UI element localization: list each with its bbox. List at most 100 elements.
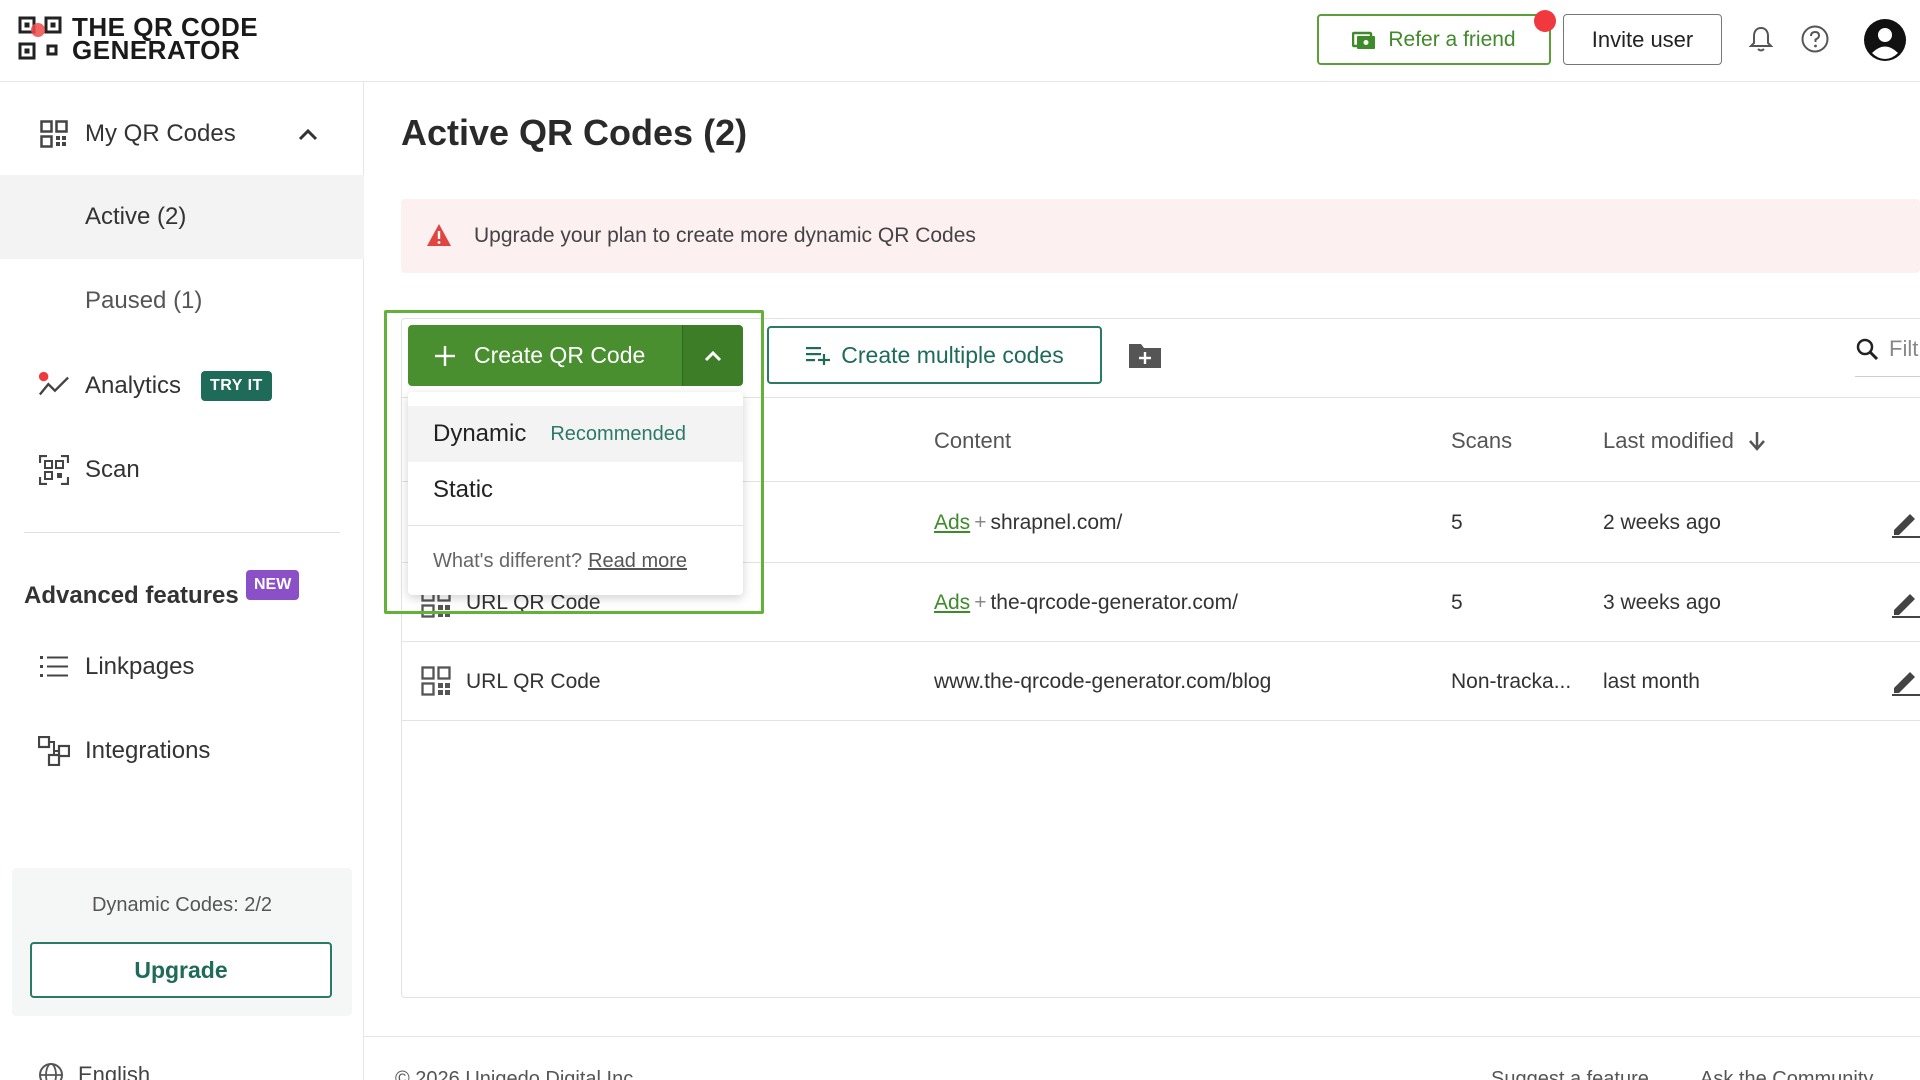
ads-link[interactable]: Ads xyxy=(934,591,970,614)
list-icon xyxy=(38,651,70,683)
scan-qr-icon xyxy=(38,454,70,486)
table-row-modified: last month xyxy=(1603,670,1700,693)
upgrade-alert-banner: Upgrade your plan to create more dynamic… xyxy=(401,199,1920,273)
create-type-dropdown: Dynamic Recommended Static What's differ… xyxy=(408,392,743,595)
suggest-feature-link[interactable]: Suggest a feature xyxy=(1491,1068,1649,1080)
edit-pencil-icon[interactable] xyxy=(1890,588,1920,618)
plan-usage-card: Dynamic Codes: 2/2 Upgrade xyxy=(12,868,352,1016)
ask-community-link[interactable]: Ask the Community xyxy=(1700,1068,1873,1080)
table-row-content: Ads + shrapnel.com/ xyxy=(934,511,1122,535)
dropdown-divider xyxy=(408,525,743,526)
column-header-last-modified[interactable]: Last modified xyxy=(1603,428,1766,454)
edit-pencil-icon[interactable] xyxy=(1890,666,1920,696)
sidebar-item-label: Analytics xyxy=(85,372,182,399)
sidebar-item-scan[interactable]: Scan xyxy=(0,428,364,512)
sidebar-item-active[interactable]: Active (2) xyxy=(0,175,364,259)
new-folder-icon[interactable] xyxy=(1128,340,1162,370)
sidebar-item-my-qr-codes[interactable]: My QR Codes xyxy=(0,92,364,176)
sidebar-item-paused[interactable]: Paused (1) xyxy=(0,259,364,343)
notification-dot xyxy=(1534,10,1556,32)
sidebar-item-integrations[interactable]: Integrations xyxy=(0,709,364,793)
upgrade-button[interactable]: Upgrade xyxy=(30,942,332,998)
top-header: THE QR CODE GENERATOR Refer a friend Inv… xyxy=(0,0,1920,82)
refer-friend-label: Refer a friend xyxy=(1388,27,1516,51)
table-row-modified: 3 weeks ago xyxy=(1603,591,1721,614)
search-underline xyxy=(1855,376,1920,377)
question-circle-icon xyxy=(1801,25,1829,53)
content-separator: + xyxy=(974,591,987,614)
edit-pencil-icon[interactable] xyxy=(1890,508,1920,538)
sidebar-item-label: Active (2) xyxy=(85,203,187,230)
advanced-features-heading: Advanced features xyxy=(24,582,239,609)
dropdown-item-label: Static xyxy=(433,476,494,503)
table-row-scans: Non-tracka... xyxy=(1451,670,1572,693)
bell-icon xyxy=(1748,26,1774,52)
refer-friend-button[interactable]: Refer a friend xyxy=(1317,14,1551,65)
dropdown-footer: What's different? Read more xyxy=(433,550,687,573)
sidebar-item-label: Linkpages xyxy=(85,653,195,680)
sidebar-item-linkpages[interactable]: Linkpages xyxy=(0,625,364,709)
invite-user-label: Invite user xyxy=(1591,26,1694,52)
create-multiple-label: Create multiple codes xyxy=(841,341,1064,368)
user-avatar[interactable] xyxy=(1863,18,1907,62)
language-selector[interactable]: English xyxy=(38,1062,150,1080)
app-logo[interactable]: THE QR CODE GENERATOR xyxy=(18,14,258,65)
table-row-scans: 5 xyxy=(1451,591,1463,614)
sidebar: My QR Codes Active (2) Paused (1) Analyt… xyxy=(0,82,364,1080)
plus-icon xyxy=(435,345,455,366)
read-more-link[interactable]: Read more xyxy=(588,550,687,572)
create-qr-code-button[interactable]: Create QR Code xyxy=(408,325,682,386)
sidebar-item-analytics[interactable]: Analytics TRY IT xyxy=(0,344,364,428)
sort-arrow-down-icon xyxy=(1748,432,1765,451)
account-circle-icon xyxy=(1864,19,1906,61)
dropdown-item-dynamic[interactable]: Dynamic Recommended xyxy=(408,406,743,462)
sidebar-item-label: My QR Codes xyxy=(85,120,236,147)
search-icon xyxy=(1856,338,1879,361)
table-row-name[interactable]: URL QR Code xyxy=(466,670,601,694)
recommended-tag: Recommended xyxy=(550,422,686,445)
logo-text: THE QR CODE GENERATOR xyxy=(72,14,258,65)
page-title: Active QR Codes (2) xyxy=(401,112,748,153)
search-input[interactable]: Filt xyxy=(1889,336,1918,362)
filter-search[interactable]: Filt xyxy=(1855,336,1918,362)
globe-icon xyxy=(39,1063,63,1080)
sidebar-item-label: Scan xyxy=(85,456,140,483)
chevron-up-icon[interactable] xyxy=(298,127,318,141)
logo-line-2: GENERATOR xyxy=(72,35,241,65)
analytics-chart-icon xyxy=(38,370,70,402)
gift-card-icon xyxy=(1352,31,1376,49)
invite-user-button[interactable]: Invite user xyxy=(1563,14,1722,65)
warning-triangle-icon xyxy=(427,224,451,246)
notifications-bell-icon[interactable] xyxy=(1744,22,1778,56)
row-divider xyxy=(401,720,1920,721)
alert-text: Upgrade your plan to create more dynamic… xyxy=(474,224,976,247)
new-badge: NEW xyxy=(246,570,300,600)
chevron-up-icon xyxy=(704,350,722,361)
table-row-content: www.the-qrcode-generator.com/blog xyxy=(934,670,1272,693)
sidebar-divider xyxy=(24,532,340,533)
ads-link[interactable]: Ads xyxy=(934,511,970,534)
try-it-badge: TRY IT xyxy=(201,371,272,401)
table-row-scans: 5 xyxy=(1451,511,1463,534)
content-url: shrapnel.com/ xyxy=(990,511,1123,534)
column-header-content[interactable]: Content xyxy=(934,428,1011,454)
create-multiple-codes-button[interactable]: Create multiple codes xyxy=(767,326,1102,384)
playlist-add-icon xyxy=(806,347,831,365)
qr-logo-icon xyxy=(18,16,62,60)
dropdown-item-static[interactable]: Static xyxy=(408,462,743,518)
footer-divider xyxy=(364,1036,1920,1037)
integrations-icon xyxy=(38,735,70,767)
sidebar-item-label: Paused (1) xyxy=(85,287,203,314)
column-header-label: Last modified xyxy=(1603,428,1734,453)
whats-different-text: What's different? xyxy=(433,550,583,572)
help-icon[interactable] xyxy=(1798,22,1832,56)
create-dropdown-toggle[interactable] xyxy=(682,325,743,386)
qr-code-icon xyxy=(421,666,451,696)
copyright-text: © 2026 Unigedo Digital Inc xyxy=(395,1068,634,1080)
qr-grid-icon xyxy=(38,118,70,150)
sidebar-item-label: Integrations xyxy=(85,737,211,764)
content-separator: + xyxy=(974,511,987,534)
dynamic-codes-count: Dynamic Codes: 2/2 xyxy=(91,894,273,916)
column-header-scans[interactable]: Scans xyxy=(1451,428,1512,454)
content-url: the-qrcode-generator.com/ xyxy=(990,591,1238,614)
